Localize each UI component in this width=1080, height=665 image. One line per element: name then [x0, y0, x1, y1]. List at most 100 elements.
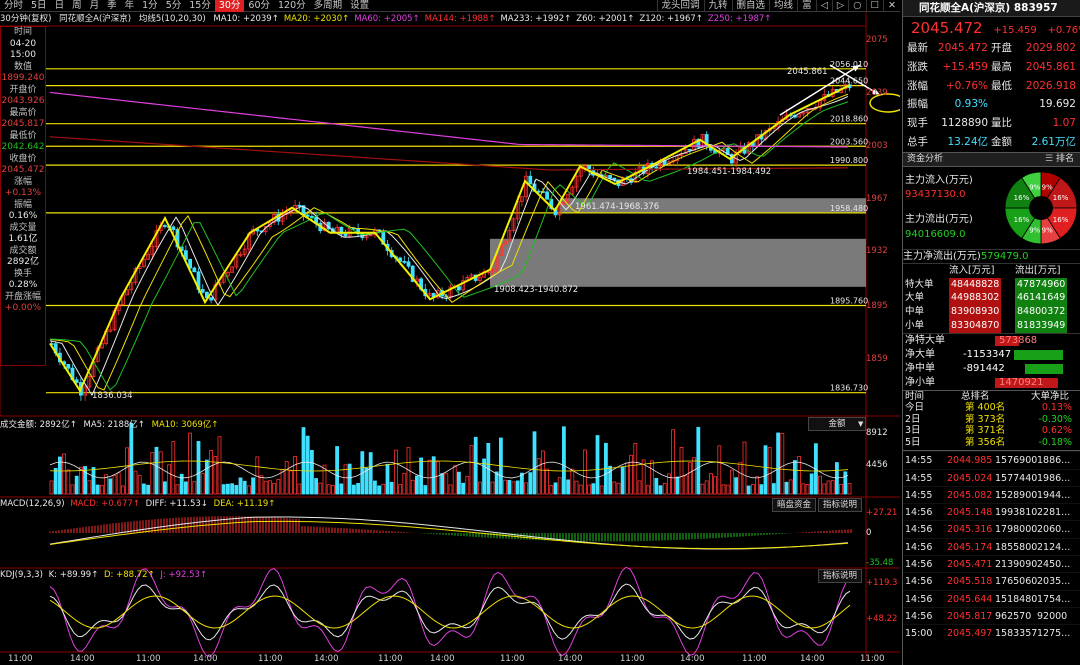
volume-bar — [255, 456, 260, 495]
volume-bar — [679, 447, 684, 495]
tick-time: 14:55 — [905, 455, 933, 467]
info-row: 成交额 — [9, 245, 37, 256]
volume-bar — [242, 480, 247, 495]
volume-bar — [125, 447, 129, 495]
rank-value: 第 371名 — [965, 425, 1006, 437]
tick-volume: 962570 — [995, 610, 1032, 622]
tick-price: 2045.082 — [947, 489, 993, 501]
kdj-explain-button[interactable]: 指标说明 — [818, 569, 863, 583]
time-axis-label: 11:00 — [378, 654, 403, 664]
dark-fund-button[interactable]: 暗盘资金 — [772, 498, 817, 512]
volume-bar — [452, 465, 457, 495]
rank-row: 5日 第 356名 -0.18% — [903, 437, 1080, 449]
volume-bar — [137, 474, 142, 495]
diff-value: DIFF: +11.53↓ — [145, 499, 208, 509]
tick-price: 2045.316 — [947, 524, 993, 536]
volume-bar — [692, 457, 696, 495]
tick-time: 14:56 — [905, 593, 933, 605]
tick-row: 14:55 2045.024 1577440 1986... — [903, 468, 1080, 486]
net-flow-row: 净中单 -891442 — [903, 362, 1080, 376]
chevron-down-icon[interactable]: ▼ — [858, 420, 863, 428]
volume-bar — [520, 472, 524, 495]
volume-bar — [562, 426, 566, 495]
info-row: 收盘价 — [9, 153, 37, 164]
flow-in: 48448828 — [949, 277, 1002, 292]
quote-value: 1128890 — [941, 117, 988, 130]
macd-label: MACD(12,26,9) — [0, 499, 65, 509]
pie-label: 16% — [1053, 216, 1069, 224]
volume-scale-label: 4456 — [866, 460, 888, 470]
candle-body — [343, 233, 348, 237]
quote-title: 同花顺全A(沪深京) 883957 — [903, 0, 1080, 17]
quote-grid: 最新 2045.472 开盘 2029.802 涨跌 +15.459 最高 2045.861 涨… — [903, 39, 1080, 152]
info-row: 涨幅 — [13, 176, 32, 187]
net-flow-value: 573868 — [999, 334, 1038, 346]
info-row: 15:00 — [10, 50, 36, 60]
quote-label: 涨跌 — [907, 60, 928, 73]
volume-bar — [225, 483, 230, 495]
quote-row: 涨跌 +15.459 最高 2045.861 — [903, 58, 1080, 77]
volume-bar — [612, 481, 617, 495]
pie-center — [1029, 195, 1053, 220]
volume-bar — [427, 459, 432, 495]
inflow-value: 93437130.0 — [905, 188, 966, 200]
tick-amount: 1275... — [1037, 628, 1071, 640]
quote-label: 金额 — [991, 135, 1012, 148]
volume-bar — [435, 461, 440, 495]
quote-label: 振幅 — [907, 98, 928, 111]
time-axis-label: 11:00 — [8, 654, 33, 664]
volume-bar — [683, 475, 688, 495]
quote-value: 0.93% — [954, 98, 988, 111]
volume-bar — [293, 456, 298, 495]
volume-bar — [583, 449, 587, 495]
flow-type: 特大单 — [905, 278, 934, 290]
volume-bar — [272, 483, 277, 495]
volume-bar — [297, 483, 302, 495]
volume-bar — [112, 474, 117, 495]
info-row: 开盘涨幅 — [4, 291, 41, 302]
fund-analysis-tab[interactable]: 资金分析 — [907, 154, 943, 164]
candle-body — [608, 174, 612, 179]
quote-row: 总手 13.24亿 金额 2.61万亿 — [903, 133, 1080, 152]
tick-time: 15:00 — [905, 628, 933, 640]
time-axis-label: 11:00 — [860, 654, 885, 664]
volume-bar — [150, 452, 155, 495]
outflow-header: 流出[万元] — [1015, 264, 1061, 276]
candle-body — [200, 289, 205, 293]
volume-bar — [784, 481, 789, 495]
tick-row: 14:56 2045.471 2139090 2450... — [903, 555, 1080, 572]
tick-row: 14:56 2045.148 1993810 2281... — [903, 503, 1080, 520]
volume-bar — [246, 485, 251, 495]
volume-bar — [146, 484, 151, 495]
volume-bar — [646, 485, 650, 495]
flow-in: 44988302 — [949, 291, 1002, 306]
volume-bar — [305, 435, 310, 495]
tick-volume: 1577440 — [995, 472, 1038, 484]
volume-bar — [688, 462, 692, 495]
macd-scale-label: +27.21 — [866, 508, 898, 518]
macd-explain-button[interactable]: 指标说明 — [818, 498, 863, 512]
candle-body — [171, 226, 176, 230]
volume-bar — [91, 467, 96, 495]
d-value: D: +88.72↑ — [104, 570, 155, 580]
rank-day: 今日 — [905, 402, 925, 414]
volume-bar — [566, 479, 570, 495]
price-scale-label: 2075 — [866, 34, 888, 45]
volume-bar — [154, 446, 159, 495]
volume-bar — [738, 462, 743, 495]
j-value: J: +92.53↑ — [160, 570, 208, 580]
volume-bar — [578, 484, 583, 495]
candle-body — [536, 190, 541, 193]
rank-day: 2日 — [905, 413, 921, 425]
volume-bar — [490, 481, 495, 495]
rank-row: 今日 第 400名 0.13% — [903, 402, 1080, 414]
kline-chart[interactable]: 2056.0102044.6502018.8602003.5601990.800… — [0, 0, 900, 665]
volume-bar — [696, 426, 701, 495]
tick-amount: 2124... — [1037, 541, 1071, 553]
net-flow-row: 净特大单 573868 — [903, 334, 1080, 348]
rank-tab[interactable]: ☰ 排名 — [1045, 153, 1074, 166]
volume-bar — [234, 485, 239, 495]
info-row: 1.61亿 — [8, 234, 38, 244]
zone-label: 1984.451-1984.492 — [687, 167, 771, 177]
volume-bar — [301, 427, 306, 495]
